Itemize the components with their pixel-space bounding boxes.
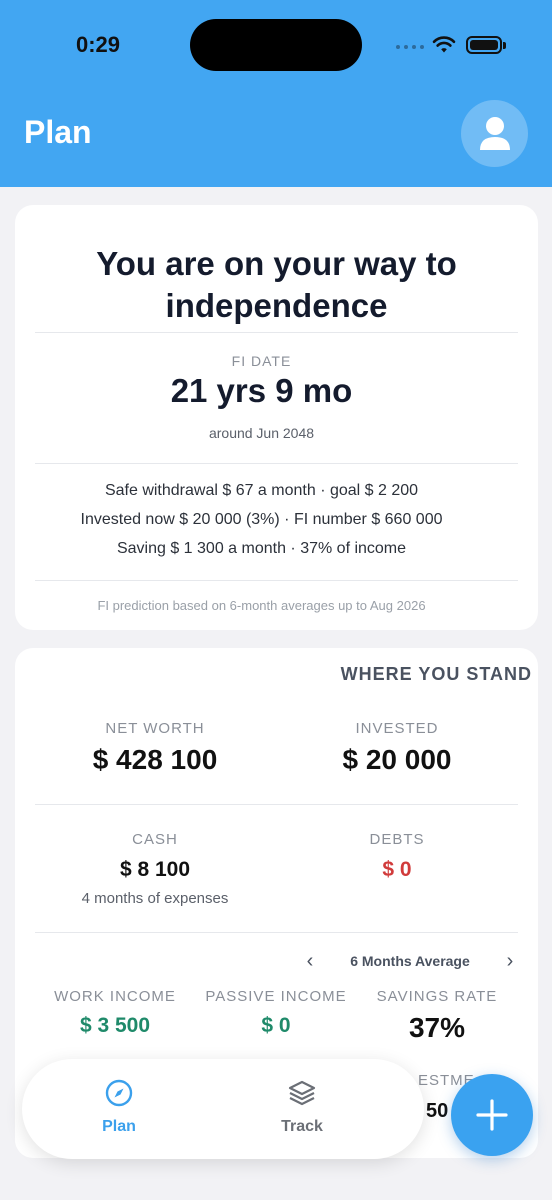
tab-track[interactable]: Track — [242, 1079, 362, 1136]
period-label: 6 Months Average — [350, 953, 470, 969]
divider — [35, 332, 518, 333]
fi-summary-card: You are on your way to independence — [15, 205, 538, 630]
fi-headline: You are on your way to independence — [96, 245, 457, 324]
fi-date-value: 21 yrs 9 mo — [170, 372, 353, 409]
fi-date-sub: around Jun 2048 — [208, 425, 315, 441]
tab-plan[interactable]: Plan — [59, 1079, 179, 1136]
cash-value: $ 8 100 — [119, 858, 191, 881]
fi-footnote: FI prediction based on 6-month averages … — [97, 598, 426, 613]
net-worth-value: $ 428 100 — [92, 744, 218, 775]
detail-invested: Invested now $ 20 000 (3%) · FI number $… — [80, 511, 443, 528]
status-time: 0:29 — [76, 32, 121, 57]
work-income-label: WORK INCOME — [54, 988, 176, 1005]
divider — [35, 804, 518, 805]
header: 0:29 Plan — [0, 0, 552, 187]
invested-value: $ 20 000 — [342, 744, 452, 775]
battery-cap — [503, 42, 506, 49]
work-income-value: $ 3 500 — [79, 1014, 151, 1037]
passive-income-label: PASSIVE INCOME — [205, 988, 347, 1005]
compass-icon — [105, 1079, 133, 1107]
passive-income-value: $ 0 — [261, 1014, 291, 1037]
add-button[interactable] — [451, 1074, 533, 1156]
debts-label: DEBTS — [369, 831, 425, 848]
debts-value: $ 0 — [382, 858, 412, 881]
tab-track-label: Track — [281, 1118, 323, 1135]
fi-date-label: FI DATE — [231, 353, 292, 369]
period-selector: ‹ 6 Months Average › — [300, 948, 520, 974]
net-worth-label: NET WORTH — [105, 720, 205, 737]
savings-rate-label: SAVINGS RATE — [376, 988, 498, 1005]
chevron-left-icon[interactable]: ‹ — [300, 950, 320, 973]
layers-icon — [288, 1080, 316, 1106]
cash-label: CASH — [132, 831, 178, 848]
invested-label: INVESTED — [355, 720, 439, 737]
detail-saving: Saving $ 1 300 a month · 37% of income — [116, 540, 407, 557]
user-icon — [479, 116, 510, 150]
savings-rate-value: 37% — [408, 1012, 466, 1043]
screen: 0:29 Plan You are on your way to indepen… — [0, 0, 552, 1200]
status-bar: 0:29 — [0, 0, 552, 90]
profile-button[interactable] — [461, 100, 528, 167]
wifi-icon — [432, 36, 456, 53]
chevron-right-icon[interactable]: › — [500, 950, 520, 973]
detail-withdrawal: Safe withdrawal $ 67 a month · goal $ 2 … — [104, 482, 419, 499]
battery-icon — [466, 36, 502, 54]
tab-plan-label: Plan — [102, 1118, 136, 1135]
divider — [35, 463, 518, 464]
signal-icon — [396, 45, 424, 49]
cash-sub: 4 months of expenses — [81, 890, 229, 907]
invested-peek-value: 50 — [426, 1100, 449, 1122]
page-title: Plan — [24, 114, 92, 150]
section-heading: WHERE YOU STAND — [340, 664, 532, 684]
divider — [35, 932, 518, 933]
dynamic-island — [190, 19, 362, 71]
plus-icon — [476, 1099, 508, 1131]
divider — [35, 580, 518, 581]
bottom-nav: Plan Track — [22, 1059, 424, 1159]
